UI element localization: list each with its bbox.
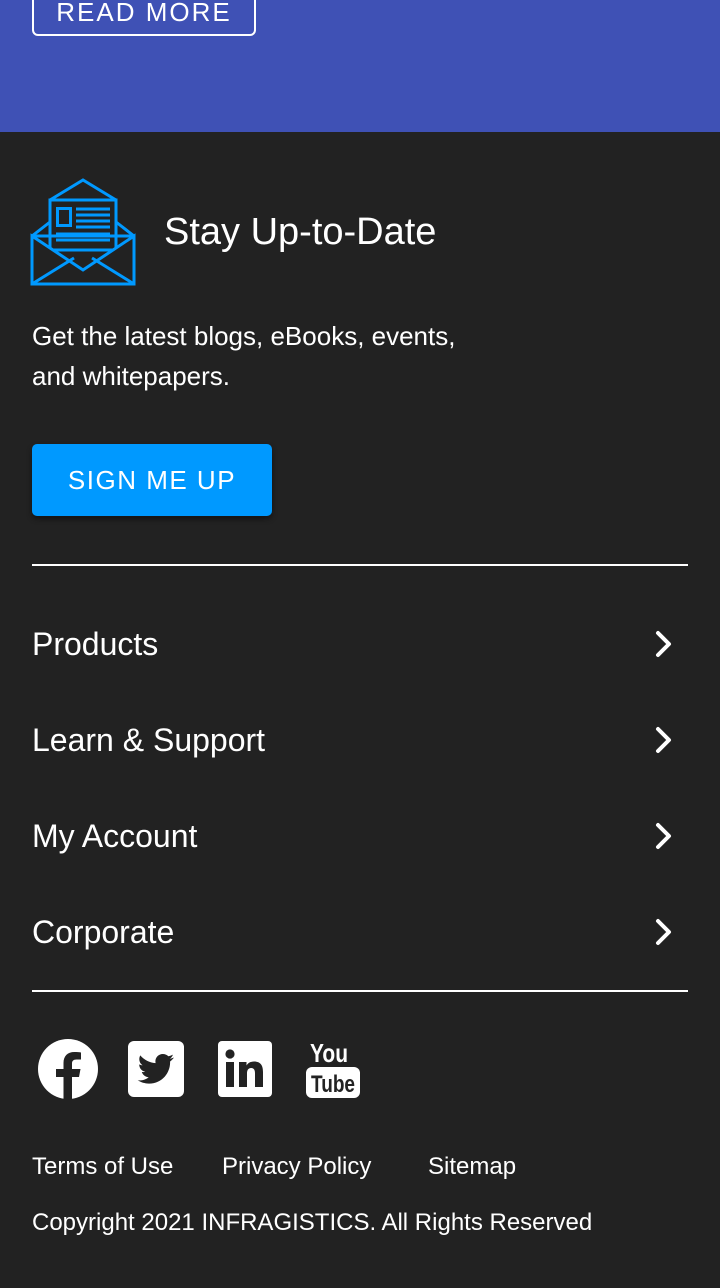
- social-links: You Tube: [36, 1036, 388, 1102]
- chevron-right-icon: [656, 631, 671, 657]
- svg-text:Tube: Tube: [311, 1071, 355, 1098]
- site-footer: Stay Up-to-Date Get the latest blogs, eB…: [0, 132, 720, 1288]
- nav-item-label: Corporate: [32, 913, 175, 950]
- facebook-icon[interactable]: [36, 1037, 100, 1101]
- promo-banner: READ MORE: [0, 0, 720, 132]
- nav-item-label: Learn & Support: [32, 721, 266, 758]
- youtube-icon[interactable]: You Tube: [300, 1037, 364, 1101]
- divider: [32, 990, 688, 992]
- divider: [32, 564, 688, 566]
- nav-item-products[interactable]: Products: [32, 596, 688, 692]
- newsletter-description: Get the latest blogs, eBooks, events, an…: [32, 321, 456, 391]
- linkedin-icon[interactable]: [212, 1037, 276, 1101]
- privacy-policy-link[interactable]: Privacy Policy: [222, 1150, 371, 1184]
- nav-item-label: Products: [32, 625, 159, 662]
- sign-me-up-button[interactable]: SIGN ME UP: [32, 444, 272, 516]
- newsletter-title: Stay Up-to-Date: [164, 211, 437, 253]
- terms-of-use-link[interactable]: Terms of Use: [32, 1150, 173, 1184]
- nav-item-label: My Account: [32, 817, 198, 854]
- svg-text:You: You: [310, 1038, 348, 1068]
- nav-item-learn-support[interactable]: Learn & Support: [32, 692, 688, 788]
- chevron-right-icon: [656, 919, 671, 945]
- footer-nav: Products Learn & Support My Account Corp…: [32, 596, 688, 980]
- nav-item-my-account[interactable]: My Account: [32, 788, 688, 884]
- read-more-button[interactable]: READ MORE: [32, 0, 256, 36]
- twitter-icon[interactable]: [124, 1037, 188, 1101]
- chevron-right-icon: [656, 727, 671, 753]
- newsletter-envelope-icon: [30, 178, 136, 286]
- copyright-text: Copyright 2021 INFRAGISTICS. All Rights …: [32, 1209, 593, 1236]
- chevron-right-icon: [656, 823, 671, 849]
- nav-item-corporate[interactable]: Corporate: [32, 884, 688, 980]
- sitemap-link[interactable]: Sitemap: [428, 1150, 516, 1184]
